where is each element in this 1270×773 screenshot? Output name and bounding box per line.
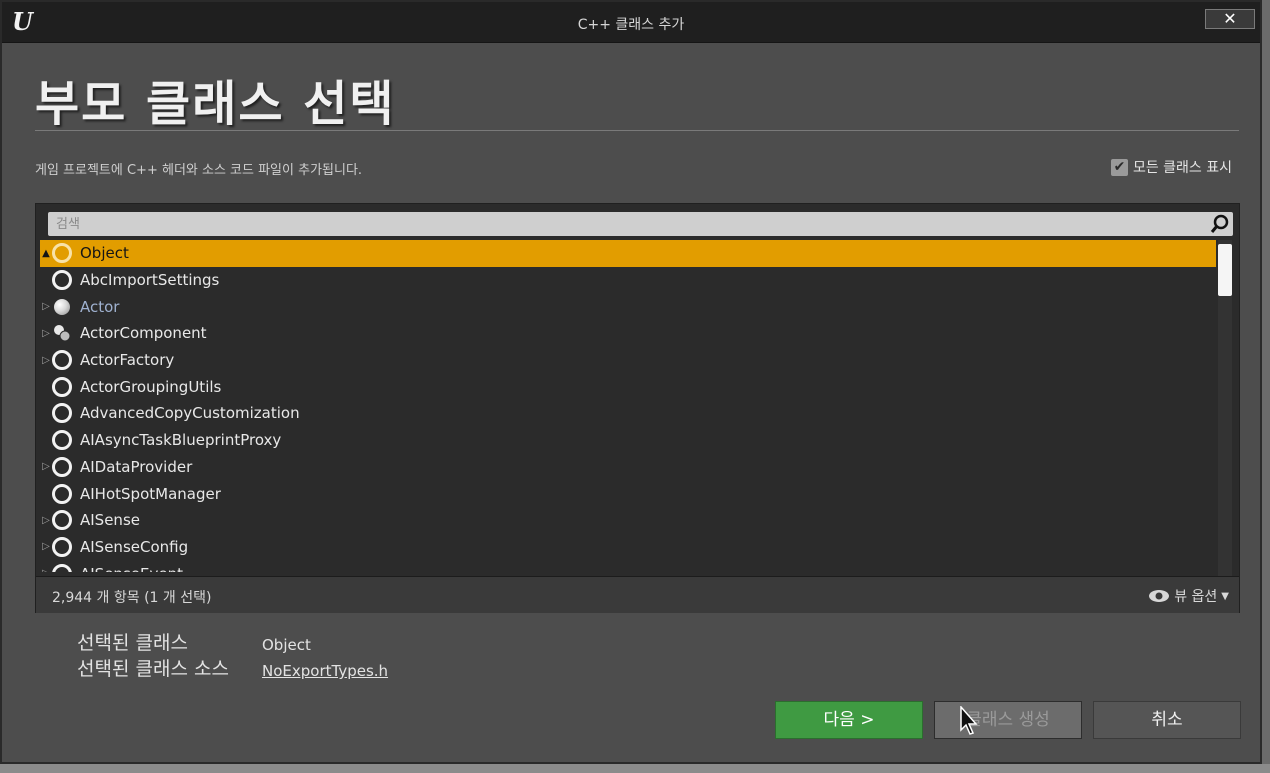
background-strip	[0, 764, 1270, 773]
tree-row-label: ActorComponent	[80, 324, 207, 343]
item-count: 2,944 개 항목 (1 개 선택)	[52, 590, 212, 606]
mouse-cursor-icon	[960, 706, 978, 735]
tree-row[interactable]: ▲ Object	[40, 240, 1216, 267]
tree-row[interactable]: ▷ AISenseConfig	[40, 534, 1216, 561]
window-title: C++ 클래스 추가	[577, 17, 685, 33]
tree-row-label: AIAsyncTaskBlueprintProxy	[80, 431, 282, 450]
tree-row[interactable]: AIAsyncTaskBlueprintProxy	[40, 427, 1216, 454]
selected-class-value: Object	[262, 636, 311, 654]
tree-row[interactable]: ▷ AISenseEvent	[40, 560, 1216, 572]
class-ring-icon	[52, 350, 72, 371]
tree-row-label: AISenseEvent	[80, 565, 183, 572]
eye-icon	[1149, 590, 1170, 602]
search-input[interactable]	[48, 212, 1214, 236]
next-button[interactable]: 다음 >	[775, 701, 923, 739]
class-ring-icon	[52, 243, 72, 264]
expand-arrow-icon[interactable]: ▷	[40, 568, 52, 572]
expand-arrow-icon[interactable]: ▷	[40, 301, 52, 312]
tree-row[interactable]: ▷ ActorFactory	[40, 347, 1216, 374]
create-class-button[interactable]: 클래스 생성	[934, 701, 1082, 739]
tree-row-label: ActorGroupingUtils	[80, 377, 222, 396]
class-ring-icon	[52, 536, 72, 557]
tree-row-label: ActorFactory	[80, 351, 175, 370]
class-ring-icon	[52, 376, 72, 397]
selection-labels: 선택된 클래스 선택된 클래스 소스	[77, 630, 229, 682]
page-description: 게임 프로젝트에 C++ 헤더와 소스 코드 파일이 추가됩니다.	[35, 163, 363, 178]
chevron-down-icon: ▼	[1221, 590, 1229, 602]
tree-row[interactable]: ActorGroupingUtils	[40, 373, 1216, 400]
tree-row[interactable]: ▷ AIDataProvider	[40, 454, 1216, 481]
expand-arrow-icon[interactable]: ▲	[40, 248, 52, 259]
class-ring-icon	[52, 270, 72, 291]
tree-row[interactable]: ▷ Actor	[40, 293, 1216, 320]
selection-values: Object NoExportTypes.h	[262, 632, 388, 684]
show-all-classes-toggle[interactable]: ✔ 모든 클래스 표시	[1110, 157, 1232, 177]
tree-row-label: AIDataProvider	[80, 457, 193, 476]
tree-row[interactable]: ▷ AISense	[40, 507, 1216, 534]
tree-status-bar: 2,944 개 항목 (1 개 선택) 뷰 옵션 ▼	[36, 576, 1239, 613]
cancel-button[interactable]: 취소	[1093, 701, 1241, 739]
view-options-button[interactable]: 뷰 옵션 ▼	[1148, 586, 1229, 606]
selected-class-label: 선택된 클래스	[77, 632, 188, 654]
tree-row-label: AdvancedCopyCustomization	[80, 404, 300, 423]
tree-row-label: AISenseConfig	[80, 537, 189, 556]
component-icon	[52, 323, 72, 343]
selected-source-link[interactable]: NoExportTypes.h	[262, 658, 388, 684]
expand-arrow-icon[interactable]: ▷	[40, 541, 52, 552]
class-ring-icon	[52, 483, 72, 504]
divider	[35, 130, 1239, 131]
show-all-checkbox[interactable]: ✔	[1110, 158, 1128, 176]
class-ring-icon	[52, 563, 72, 572]
close-button[interactable]: ✕	[1205, 9, 1255, 29]
expand-arrow-icon[interactable]: ▷	[40, 328, 52, 339]
scrollbar-thumb[interactable]	[1218, 244, 1232, 296]
tree-row[interactable]: AdvancedCopyCustomization	[40, 400, 1216, 427]
add-cpp-class-dialog: U C++ 클래스 추가 ✕ 부모 클래스 선택 게임 프로젝트에 C++ 헤더…	[0, 0, 1262, 764]
expand-arrow-icon[interactable]: ▷	[40, 515, 52, 526]
tree-row[interactable]: ▷ ActorComponent	[40, 320, 1216, 347]
tree-row[interactable]: AIHotSpotManager	[40, 480, 1216, 507]
page-title: 부모 클래스 선택	[35, 76, 396, 132]
actor-sphere-icon	[52, 297, 72, 317]
show-all-label: 모든 클래스 표시	[1132, 160, 1232, 176]
tree-row-label: AbcImportSettings	[80, 271, 220, 290]
search-icon[interactable]	[1210, 214, 1230, 234]
view-options-label: 뷰 옵션	[1174, 589, 1218, 605]
title-bar[interactable]: U C++ 클래스 추가 ✕	[2, 2, 1260, 43]
expand-arrow-icon[interactable]: ▷	[40, 461, 52, 472]
search-box[interactable]	[48, 212, 1233, 236]
class-picker-panel: ▲ Object AbcImportSettings ▷ Actor ▷ ActorComp…	[35, 203, 1240, 613]
expand-arrow-icon[interactable]: ▷	[40, 355, 52, 366]
tree-row-label: Actor	[80, 297, 120, 316]
class-ring-icon	[52, 456, 72, 477]
tree-row-label: AIHotSpotManager	[80, 484, 221, 503]
class-ring-icon	[52, 510, 72, 531]
class-tree[interactable]: ▲ Object AbcImportSettings ▷ Actor ▷ ActorComp…	[40, 240, 1216, 572]
tree-row[interactable]: AbcImportSettings	[40, 267, 1216, 294]
class-ring-icon	[52, 403, 72, 424]
tree-row-label: AISense	[80, 511, 140, 530]
selected-source-label: 선택된 클래스 소스	[77, 658, 229, 680]
tree-row-label: Object	[80, 244, 129, 263]
class-ring-icon	[52, 430, 72, 451]
